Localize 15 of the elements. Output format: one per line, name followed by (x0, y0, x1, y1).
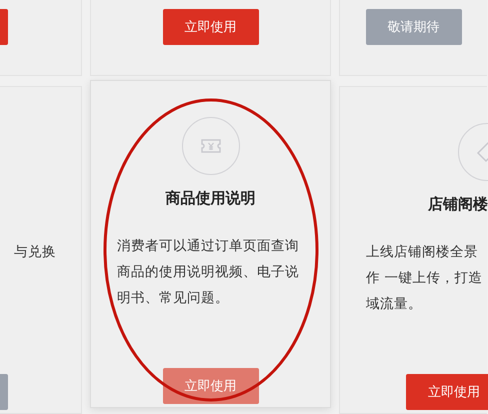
coming-soon-button[interactable]: 敬请期待 (366, 9, 462, 45)
use-now-button[interactable] (0, 9, 8, 45)
description-line: 明书、常见问题。 (117, 289, 230, 308)
description-line: 消费者可以通过订单页面查询 (117, 237, 300, 256)
description-line: 上线店铺阁楼全景 (366, 243, 479, 262)
description-line: 域流量。 (366, 295, 423, 314)
coming-soon-button[interactable] (0, 374, 8, 410)
description-line: 与兑换 (14, 243, 57, 262)
use-now-button[interactable]: 立即使用 (406, 374, 488, 410)
card-title: 商品使用说明 (166, 189, 256, 209)
use-now-button[interactable]: 立即使用 (162, 9, 258, 45)
use-now-button[interactable]: 立即使用 (162, 368, 258, 404)
card-title: 店铺阁楼 (428, 195, 488, 215)
description-line: 作 一键上传，打造 (366, 269, 484, 288)
description-line: 商品的使用说明视频、电子说 (117, 263, 300, 282)
